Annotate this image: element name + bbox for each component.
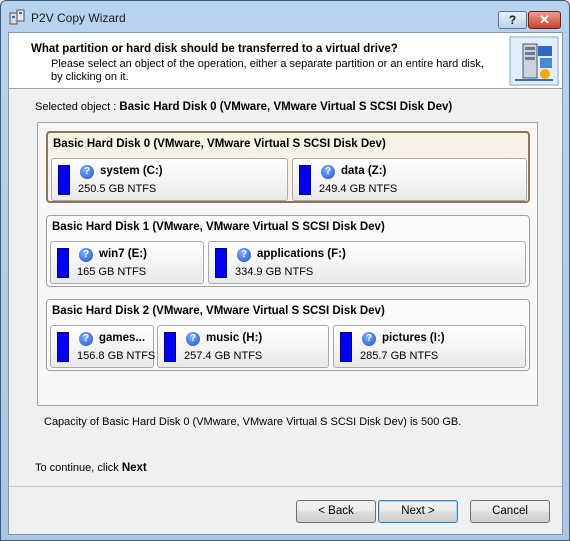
window-title: P2V Copy Wizard	[31, 11, 126, 25]
partition-pictures-i[interactable]: ? pictures (I:) 285.7 GB NTFS	[333, 325, 526, 368]
partition-applications-f[interactable]: ? applications (F:) 334.9 GB NTFS	[208, 241, 526, 284]
question-icon: ?	[186, 332, 200, 346]
partition-usage-bar	[164, 332, 176, 362]
capacity-info: Capacity of Basic Hard Disk 0 (VMware, V…	[44, 416, 462, 428]
partition-usage-bar	[215, 248, 227, 278]
disk-group-0[interactable]: Basic Hard Disk 0 (VMware, VMware Virtua…	[46, 131, 530, 203]
page-description: Please select an object of the operation…	[51, 58, 484, 83]
wizard-header: What partition or hard disk should be tr…	[9, 33, 562, 89]
disk-group-1[interactable]: Basic Hard Disk 1 (VMware, VMware Virtua…	[46, 215, 530, 287]
partition-name: system (C:)	[100, 165, 163, 177]
next-button[interactable]: Next >	[378, 500, 458, 523]
question-icon: ?	[237, 248, 251, 262]
question-icon: ?	[79, 248, 93, 262]
wizard-app-icon	[9, 9, 25, 25]
partition-name: applications (F:)	[257, 248, 346, 260]
title-bar[interactable]: P2V Copy Wizard ? ✕	[1, 1, 569, 32]
question-icon: ?	[80, 165, 94, 179]
disk-title: Basic Hard Disk 2 (VMware, VMware Virtua…	[52, 305, 385, 317]
selected-object-value: Basic Hard Disk 0 (VMware, VMware Virtua…	[119, 101, 453, 113]
partition-data-z[interactable]: ? data (Z:) 249.4 GB NTFS	[292, 158, 527, 201]
partition-size: 285.7 GB NTFS	[360, 350, 439, 362]
partition-size: 250.5 GB NTFS	[78, 183, 157, 195]
partition-name: pictures (I:)	[382, 332, 445, 344]
page-title: What partition or hard disk should be tr…	[31, 43, 398, 55]
partition-name: win7 (E:)	[99, 248, 147, 260]
wizard-client-area: What partition or hard disk should be tr…	[8, 32, 563, 535]
partition-name: music (H:)	[206, 332, 263, 344]
cancel-button[interactable]: Cancel	[470, 500, 550, 523]
partition-size: 165 GB NTFS	[77, 266, 147, 278]
disk-selection-panel: Basic Hard Disk 0 (VMware, VMware Virtua…	[37, 122, 538, 406]
partition-usage-bar	[299, 165, 311, 195]
partition-win7-e[interactable]: ? win7 (E:) 165 GB NTFS	[50, 241, 204, 284]
disk-group-2[interactable]: Basic Hard Disk 2 (VMware, VMware Virtua…	[46, 299, 530, 371]
selected-object-row: Selected object : Basic Hard Disk 0 (VMw…	[35, 101, 452, 113]
footer-divider	[9, 486, 562, 487]
selected-object-label: Selected object :	[35, 101, 117, 113]
partition-name: data (Z:)	[341, 165, 387, 177]
partition-size: 257.4 GB NTFS	[184, 350, 263, 362]
partition-size: 334.9 GB NTFS	[235, 266, 314, 278]
back-button[interactable]: < Back	[296, 500, 376, 523]
partition-size: 249.4 GB NTFS	[319, 183, 398, 195]
disk-title: Basic Hard Disk 1 (VMware, VMware Virtua…	[52, 221, 385, 233]
partition-games[interactable]: ? games... 156.8 GB NTFS	[50, 325, 156, 368]
disk-title: Basic Hard Disk 0 (VMware, VMware Virtua…	[53, 138, 386, 150]
partition-music-h[interactable]: ? music (H:) 257.4 GB NTFS	[157, 325, 329, 368]
question-icon: ?	[362, 332, 376, 346]
p2v-copy-wizard-window: P2V Copy Wizard ? ✕ What partition or ha…	[0, 0, 570, 541]
server-wizard-icon	[509, 36, 559, 86]
partition-size: 156.8 GB NTFS	[77, 350, 156, 362]
continue-prefix: To continue, click	[35, 462, 119, 474]
partition-usage-bar	[57, 248, 69, 278]
partition-usage-bar	[58, 165, 70, 195]
partition-system-c[interactable]: ? system (C:) 250.5 GB NTFS	[51, 158, 288, 201]
question-icon: ?	[321, 165, 335, 179]
partition-name: games...	[99, 332, 146, 344]
partition-usage-bar	[57, 332, 69, 362]
question-icon: ?	[79, 332, 93, 346]
continue-hint: To continue, click Next	[35, 462, 147, 474]
help-button[interactable]: ?	[498, 11, 527, 29]
partition-usage-bar	[340, 332, 352, 362]
close-button[interactable]: ✕	[528, 11, 561, 29]
continue-action: Next	[121, 462, 147, 474]
